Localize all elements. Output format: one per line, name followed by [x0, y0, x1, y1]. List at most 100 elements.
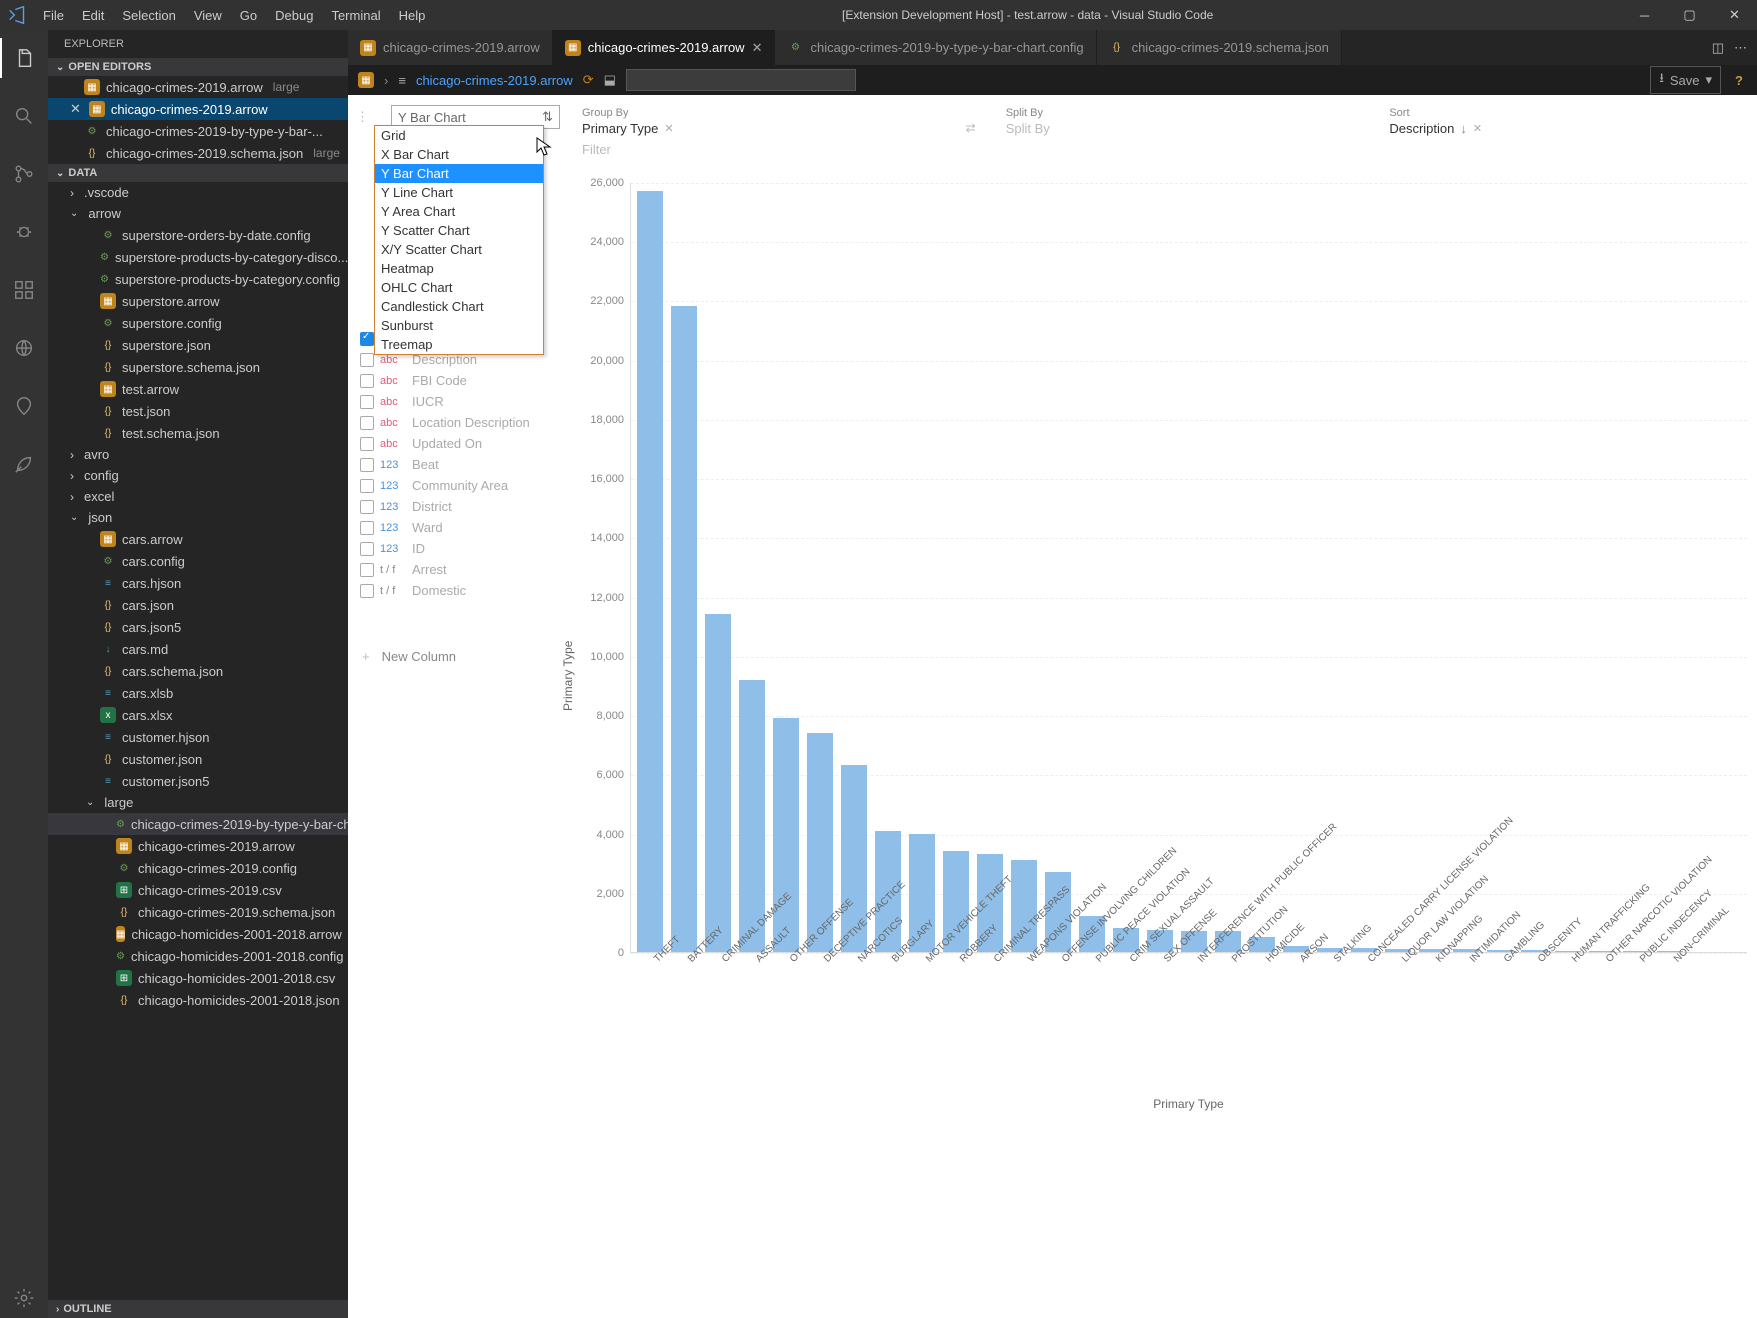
- field-checkbox[interactable]: [360, 395, 374, 409]
- file-item[interactable]: ⚙superstore-products-by-category.config: [48, 268, 348, 290]
- filter-placeholder[interactable]: Filter: [568, 140, 1757, 167]
- file-item[interactable]: {}superstore.json: [48, 334, 348, 356]
- menu-edit[interactable]: Edit: [74, 4, 112, 27]
- settings-gear-icon[interactable]: [0, 1278, 48, 1318]
- field-row[interactable]: abcLocation Description: [356, 412, 560, 433]
- field-checkbox[interactable]: [360, 416, 374, 430]
- folder-item[interactable]: arrow: [48, 203, 348, 224]
- minimize-button[interactable]: ─: [1622, 0, 1667, 30]
- bar[interactable]: [637, 191, 663, 952]
- bar[interactable]: [705, 614, 731, 952]
- chart-type-option[interactable]: Grid: [375, 126, 543, 145]
- env-icon[interactable]: [0, 328, 48, 368]
- file-item[interactable]: ⊞chicago-homicides-2001-2018.csv: [48, 967, 348, 989]
- file-item[interactable]: ↓cars.md: [48, 638, 348, 660]
- folder-item[interactable]: json: [48, 507, 348, 528]
- field-checkbox[interactable]: [360, 479, 374, 493]
- folder-item[interactable]: avro: [48, 444, 348, 465]
- field-row[interactable]: 123Ward: [356, 517, 560, 538]
- new-column-button[interactable]: New Column: [356, 641, 560, 664]
- field-checkbox[interactable]: [360, 563, 374, 577]
- file-item[interactable]: {}chicago-homicides-2001-2018.json: [48, 989, 348, 1011]
- file-item[interactable]: ≡customer.json5: [48, 770, 348, 792]
- maximize-button[interactable]: ▢: [1667, 0, 1712, 30]
- folder-item[interactable]: excel: [48, 486, 348, 507]
- chart-type-option[interactable]: Y Bar Chart: [375, 164, 543, 183]
- close-icon[interactable]: ✕: [752, 40, 763, 56]
- field-checkbox[interactable]: [360, 542, 374, 556]
- liveshare-icon[interactable]: [0, 386, 48, 426]
- open-editor-item[interactable]: ⚙chicago-crimes-2019-by-type-y-bar-...: [48, 120, 348, 142]
- folder-item[interactable]: large: [48, 792, 348, 813]
- editor-tab[interactable]: {}chicago-crimes-2019.schema.json: [1097, 30, 1342, 65]
- field-checkbox[interactable]: [360, 374, 374, 388]
- file-item[interactable]: ⚙chicago-crimes-2019.config: [48, 857, 348, 879]
- debug-icon[interactable]: [0, 212, 48, 252]
- chart-type-dropdown[interactable]: GridX Bar ChartY Bar ChartY Line ChartY …: [374, 125, 544, 355]
- field-checkbox[interactable]: [360, 584, 374, 598]
- chart-type-option[interactable]: X Bar Chart: [375, 145, 543, 164]
- chart-type-option[interactable]: Candlestick Chart: [375, 297, 543, 316]
- field-row[interactable]: t / fArrest: [356, 559, 560, 580]
- menu-view[interactable]: View: [186, 4, 230, 27]
- bar[interactable]: [671, 306, 697, 952]
- field-row[interactable]: t / fDomestic: [356, 580, 560, 601]
- chart-type-option[interactable]: Treemap: [375, 335, 543, 354]
- field-row[interactable]: 123Beat: [356, 454, 560, 475]
- file-item[interactable]: {}test.json: [48, 400, 348, 422]
- file-item[interactable]: ⚙cars.config: [48, 550, 348, 572]
- file-item[interactable]: ▦chicago-crimes-2019.arrow: [48, 835, 348, 857]
- file-item[interactable]: ≡customer.hjson: [48, 726, 348, 748]
- open-editor-item[interactable]: ✕▦chicago-crimes-2019.arrow: [48, 98, 348, 120]
- file-item[interactable]: ⚙chicago-homicides-2001-2018.config: [48, 945, 348, 967]
- extensions-icon[interactable]: [0, 270, 48, 310]
- file-item[interactable]: ⊞chicago-crimes-2019.csv: [48, 879, 348, 901]
- field-checkbox[interactable]: [360, 353, 374, 367]
- menu-terminal[interactable]: Terminal: [323, 4, 388, 27]
- field-checkbox[interactable]: [360, 500, 374, 514]
- open-editor-item[interactable]: ▦chicago-crimes-2019.arrowlarge: [48, 76, 348, 98]
- more-actions-icon[interactable]: ⋯: [1734, 40, 1747, 56]
- file-item[interactable]: ▦chicago-homicides-2001-2018.arrow: [48, 923, 348, 945]
- chart-type-option[interactable]: Heatmap: [375, 259, 543, 278]
- chart-type-option[interactable]: X/Y Scatter Chart: [375, 240, 543, 259]
- open-editors-header[interactable]: ⌄OPEN EDITORS: [48, 58, 348, 76]
- menu-selection[interactable]: Selection: [114, 4, 183, 27]
- file-item[interactable]: ⚙superstore-orders-by-date.config: [48, 224, 348, 246]
- editor-tab[interactable]: ▦chicago-crimes-2019.arrow: [348, 30, 553, 65]
- refresh-icon[interactable]: ⟳: [583, 72, 594, 88]
- data-section-header[interactable]: ⌄DATA: [48, 164, 348, 182]
- rocket-icon[interactable]: [0, 444, 48, 484]
- field-checkbox[interactable]: [360, 437, 374, 451]
- field-row[interactable]: abcFBI Code: [356, 370, 560, 391]
- editor-tab[interactable]: ⚙chicago-crimes-2019-by-type-y-bar-chart…: [775, 30, 1096, 65]
- file-item[interactable]: ≡cars.xlsb: [48, 682, 348, 704]
- file-item[interactable]: ▦cars.arrow: [48, 528, 348, 550]
- file-item[interactable]: ▦test.arrow: [48, 378, 348, 400]
- file-item[interactable]: {}chicago-crimes-2019.schema.json: [48, 901, 348, 923]
- close-button[interactable]: ✕: [1712, 0, 1757, 30]
- split-editor-icon[interactable]: ◫: [1712, 40, 1724, 56]
- file-item[interactable]: {}cars.schema.json: [48, 660, 348, 682]
- download-icon[interactable]: ⬓: [604, 72, 616, 88]
- search-icon[interactable]: [0, 96, 48, 136]
- chart-type-option[interactable]: Sunburst: [375, 316, 543, 335]
- field-row[interactable]: abcUpdated On: [356, 433, 560, 454]
- source-control-icon[interactable]: [0, 154, 48, 194]
- file-item[interactable]: ▦superstore.arrow: [48, 290, 348, 312]
- field-row[interactable]: 123Community Area: [356, 475, 560, 496]
- kebab-icon[interactable]: ⋮: [356, 109, 369, 125]
- field-row[interactable]: 123ID: [356, 538, 560, 559]
- swap-icon[interactable]: ⇄: [966, 107, 976, 136]
- bar[interactable]: [773, 718, 799, 952]
- split-by-placeholder[interactable]: Split By: [1006, 121, 1050, 136]
- field-row[interactable]: abcIUCR: [356, 391, 560, 412]
- folder-item[interactable]: .vscode: [48, 182, 348, 203]
- group-by-pill[interactable]: Primary Type✕: [582, 121, 674, 136]
- chart-type-option[interactable]: Y Line Chart: [375, 183, 543, 202]
- chart-type-option[interactable]: Y Area Chart: [375, 202, 543, 221]
- list-icon[interactable]: ≡: [398, 73, 406, 88]
- file-item[interactable]: ⚙superstore.config: [48, 312, 348, 334]
- file-item[interactable]: xcars.xlsx: [48, 704, 348, 726]
- file-item[interactable]: {}customer.json: [48, 748, 348, 770]
